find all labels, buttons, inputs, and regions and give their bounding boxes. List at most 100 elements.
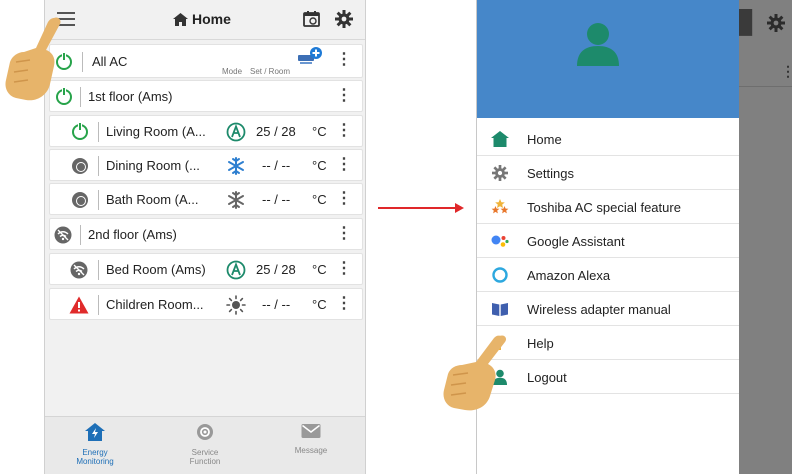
tab-label: Function <box>189 457 221 466</box>
pointing-hand-icon <box>5 17 61 101</box>
calendar-timer-icon[interactable] <box>303 11 320 27</box>
temperature-unit: °C <box>312 262 327 277</box>
google-assistant-icon <box>491 235 509 247</box>
dimmed-calendar-icon: ▊ <box>739 10 756 35</box>
more-options-icon[interactable]: ⋮ <box>336 156 352 174</box>
user-avatar-icon <box>577 23 619 66</box>
row-label: 2nd floor (Ams) <box>88 227 177 242</box>
envelope-icon <box>301 424 321 438</box>
power-off-icon[interactable] <box>72 192 88 208</box>
temperature-unit: °C <box>312 158 327 173</box>
warning-icon <box>69 296 89 314</box>
row-label: Children Room... <box>106 297 204 312</box>
snowflake-icon <box>228 191 244 209</box>
service-icon <box>197 424 213 440</box>
drawer-item-label: Wireless adapter manual <box>527 302 671 317</box>
room-row[interactable]: Children Room... -- / -- °C ⋮ <box>49 288 363 320</box>
mode-caption: Mode <box>222 67 243 76</box>
book-icon <box>492 303 508 316</box>
drawer-item-label: Logout <box>527 370 567 385</box>
temperature-unit: °C <box>312 124 327 139</box>
row-label: Dining Room (... <box>106 158 200 173</box>
auto-mode-icon <box>226 260 246 280</box>
arrow-head <box>455 203 464 213</box>
temperature-value: 25 / 28 <box>256 124 296 139</box>
drawer-item-label: Settings <box>527 166 574 181</box>
room-row[interactable]: Living Room (A... 25 / 28 °C ⋮ <box>49 115 363 147</box>
room-row[interactable]: Bath Room (A... -- / -- °C ⋮ <box>49 183 363 215</box>
energy-home-icon <box>85 423 105 441</box>
more-options-icon[interactable]: ⋮ <box>336 225 352 243</box>
set-room-caption: Set / Room <box>250 67 291 76</box>
top-bar: Home <box>45 0 365 40</box>
group-row[interactable]: 1st floor (Ams) ⋮ <box>49 80 363 112</box>
drawer-item-label: Help <box>527 336 554 351</box>
room-row[interactable]: Bed Room (Ams) 25 / 28 °C ⋮ <box>49 253 363 285</box>
tab-message[interactable]: Message <box>271 423 351 455</box>
all-ac-row[interactable]: All AC Mode Set / Room ⋮ <box>49 44 363 78</box>
more-options-icon[interactable]: ⋮ <box>336 122 352 140</box>
wifi-off-icon <box>54 226 72 244</box>
tab-service-function[interactable]: Service Function <box>165 423 245 466</box>
drawer-item-settings[interactable]: Settings <box>477 156 739 190</box>
tab-label: Energy <box>82 448 108 457</box>
add-ac-icon[interactable] <box>298 47 322 69</box>
drawer-item-special-feature[interactable]: Toshiba AC special feature <box>477 190 739 224</box>
drawer-header <box>477 0 739 118</box>
drawer-item-label: Amazon Alexa <box>527 268 611 283</box>
navigation-drawer: Home Settings Toshiba AC special feature <box>477 0 739 474</box>
power-on-icon[interactable] <box>72 122 88 140</box>
app-screen-drawer-open: ▊ ⋮ Home Settings Toshiba AC special fea… <box>476 0 792 474</box>
tab-label: Service <box>191 448 219 457</box>
temperature-value: -- / -- <box>262 192 291 207</box>
wifi-off-icon <box>70 261 88 279</box>
drawer-item-label: Google Assistant <box>527 234 625 249</box>
gear-icon <box>492 165 508 181</box>
drawer-item-adapter-manual[interactable]: Wireless adapter manual <box>477 292 739 326</box>
tab-energy-monitoring[interactable]: Energy Monitoring <box>55 423 135 466</box>
alexa-icon <box>492 267 508 283</box>
temperature-unit: °C <box>312 297 327 312</box>
page-title-text: Home <box>192 11 231 27</box>
row-label: Bed Room (Ams) <box>106 262 206 277</box>
gear-icon <box>767 14 785 32</box>
tab-label: Message <box>294 446 328 455</box>
row-label: 1st floor (Ams) <box>88 89 173 104</box>
more-options-icon: ⋮ <box>781 63 792 79</box>
home-icon <box>173 13 188 26</box>
more-options-icon[interactable]: ⋮ <box>336 260 352 278</box>
power-off-icon[interactable] <box>72 158 88 174</box>
gear-icon[interactable] <box>335 10 353 28</box>
more-options-icon[interactable]: ⋮ <box>336 51 352 69</box>
more-options-icon[interactable]: ⋮ <box>336 295 352 313</box>
page-title: Home <box>173 11 231 27</box>
pointing-hand-icon <box>443 335 507 411</box>
row-label: Living Room (A... <box>106 124 206 139</box>
drawer-item-logout[interactable]: Logout <box>477 360 739 394</box>
drawer-item-home[interactable]: Home <box>477 122 739 156</box>
drawer-item-amazon-alexa[interactable]: Amazon Alexa <box>477 258 739 292</box>
drawer-item-help[interactable]: Help <box>477 326 739 360</box>
transition-arrow <box>378 207 458 209</box>
temperature-value: -- / -- <box>262 158 291 173</box>
temperature-value: -- / -- <box>262 297 291 312</box>
auto-mode-icon <box>226 122 246 142</box>
divider <box>739 86 792 87</box>
row-label: All AC <box>92 54 128 69</box>
app-screen-main: Home All AC Mode Set / Room ⋮ 1st floor … <box>44 0 366 474</box>
temperature-unit: °C <box>312 192 327 207</box>
more-options-icon[interactable]: ⋮ <box>336 87 352 105</box>
group-row[interactable]: 2nd floor (Ams) ⋮ <box>49 218 363 250</box>
drawer-item-google-assistant[interactable]: Google Assistant <box>477 224 739 258</box>
tab-label: Monitoring <box>76 457 114 466</box>
snowflake-icon <box>228 157 244 175</box>
sun-heat-icon <box>226 295 246 315</box>
star-stack-icon <box>491 199 509 214</box>
drawer-item-label: Toshiba AC special feature <box>527 200 681 215</box>
home-icon <box>491 131 509 147</box>
temperature-value: 25 / 28 <box>256 262 296 277</box>
row-label: Bath Room (A... <box>106 192 199 207</box>
drawer-item-label: Home <box>527 132 562 147</box>
room-row[interactable]: Dining Room (... -- / -- °C ⋮ <box>49 149 363 181</box>
more-options-icon[interactable]: ⋮ <box>336 190 352 208</box>
